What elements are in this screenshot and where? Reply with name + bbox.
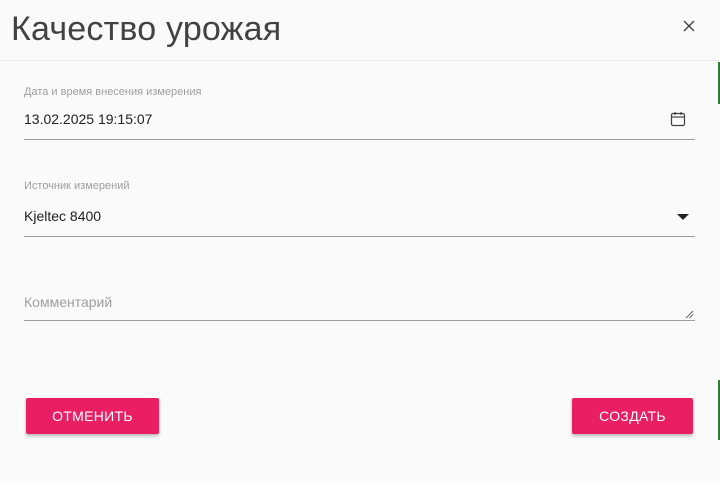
- cancel-button[interactable]: ОТМЕНИТЬ: [26, 398, 159, 434]
- datetime-underline: [24, 139, 695, 140]
- calendar-icon[interactable]: [670, 111, 686, 127]
- dialog-header: Качество урожая: [0, 0, 720, 61]
- dialog-title: Качество урожая: [11, 10, 282, 48]
- dialog: Качество урожая Дата и время внесения из…: [0, 0, 720, 483]
- datetime-value[interactable]: 13.02.2025 19:15:07: [24, 109, 152, 129]
- datetime-label: Дата и время внесения измерения: [24, 86, 202, 98]
- source-label: Источник измерений: [24, 180, 130, 192]
- datetime-field[interactable]: Дата и время внесения измерения 13.02.20…: [24, 85, 695, 141]
- source-value[interactable]: Kjeltec 8400: [24, 206, 101, 226]
- source-select[interactable]: Источник измерений Kjeltec 8400: [24, 179, 695, 239]
- source-underline: [24, 236, 695, 237]
- dropdown-arrow-icon[interactable]: [677, 213, 689, 221]
- close-icon[interactable]: [680, 17, 698, 35]
- comment-underline: [24, 320, 695, 321]
- comment-input[interactable]: [24, 294, 695, 318]
- comment-field[interactable]: [24, 290, 695, 322]
- resize-grip-icon[interactable]: [685, 310, 694, 319]
- create-button[interactable]: СОЗДАТЬ: [572, 398, 693, 434]
